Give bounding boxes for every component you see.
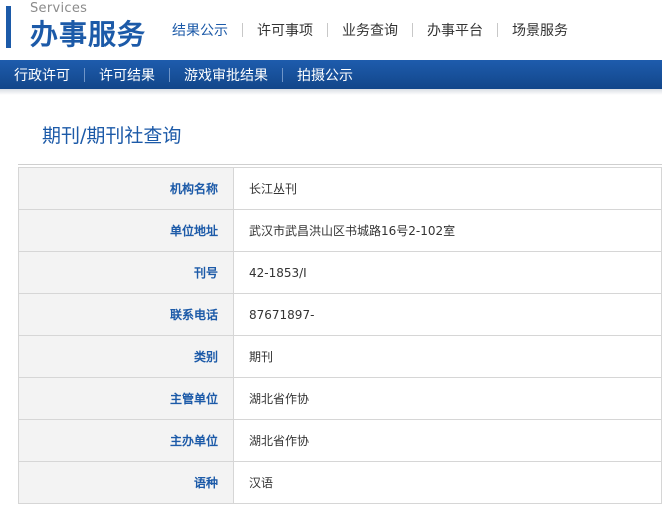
sub-nav-item-admin-permit[interactable]: 行政许可 — [0, 65, 84, 85]
sub-nav-item-game-approval[interactable]: 游戏审批结果 — [170, 65, 282, 85]
table-row: 刊号 42-1853/I — [18, 251, 662, 294]
top-nav: 结果公示 许可事项 业务查询 办事平台 场景服务 — [158, 20, 582, 40]
field-value: 42-1853/I — [233, 251, 662, 294]
logo-title[interactable]: 办事服务 — [30, 13, 146, 53]
field-value: 武汉市武昌洪山区书城路16号2-102室 — [233, 209, 662, 252]
table-row: 单位地址 武汉市武昌洪山区书城路16号2-102室 — [18, 209, 662, 252]
table-row: 主办单位 湖北省作协 — [18, 419, 662, 462]
site-header: Services 办事服务 结果公示 许可事项 业务查询 办事平台 场景服务 — [0, 0, 662, 58]
top-nav-item-results[interactable]: 结果公示 — [158, 20, 242, 40]
field-value: 湖北省作协 — [233, 419, 662, 462]
logo-accent-bar — [6, 6, 11, 48]
top-nav-item-platform[interactable]: 办事平台 — [413, 20, 497, 40]
field-value: 期刊 — [233, 335, 662, 378]
field-value: 汉语 — [233, 461, 662, 504]
table-row: 类别 期刊 — [18, 335, 662, 378]
title-divider — [18, 164, 662, 165]
sub-nav-item-filming-notice[interactable]: 拍摄公示 — [283, 65, 367, 85]
field-label: 主管单位 — [18, 377, 234, 420]
field-label: 刊号 — [18, 251, 234, 294]
table-row: 机构名称 长江丛刊 — [18, 167, 662, 210]
field-label: 联系电话 — [18, 293, 234, 336]
field-label: 类别 — [18, 335, 234, 378]
top-nav-item-permits[interactable]: 许可事项 — [243, 20, 327, 40]
field-value: 长江丛刊 — [233, 167, 662, 210]
field-value: 湖北省作协 — [233, 377, 662, 420]
table-row: 语种 汉语 — [18, 461, 662, 504]
top-nav-item-query[interactable]: 业务查询 — [328, 20, 412, 40]
field-label: 单位地址 — [18, 209, 234, 252]
field-value: 87671897- — [233, 293, 662, 336]
sub-nav: 行政许可 许可结果 游戏审批结果 拍摄公示 — [0, 60, 662, 89]
field-label: 语种 — [18, 461, 234, 504]
field-label: 机构名称 — [18, 167, 234, 210]
sub-nav-item-permit-results[interactable]: 许可结果 — [85, 65, 169, 85]
top-nav-item-scenario[interactable]: 场景服务 — [498, 20, 582, 40]
page-title: 期刊/期刊社查询 — [42, 125, 182, 147]
table-row: 联系电话 87671897- — [18, 293, 662, 336]
field-label: 主办单位 — [18, 419, 234, 462]
sub-nav-shadow — [0, 89, 662, 95]
table-row: 主管单位 湖北省作协 — [18, 377, 662, 420]
detail-table: 机构名称 长江丛刊 单位地址 武汉市武昌洪山区书城路16号2-102室 刊号 4… — [18, 167, 662, 504]
